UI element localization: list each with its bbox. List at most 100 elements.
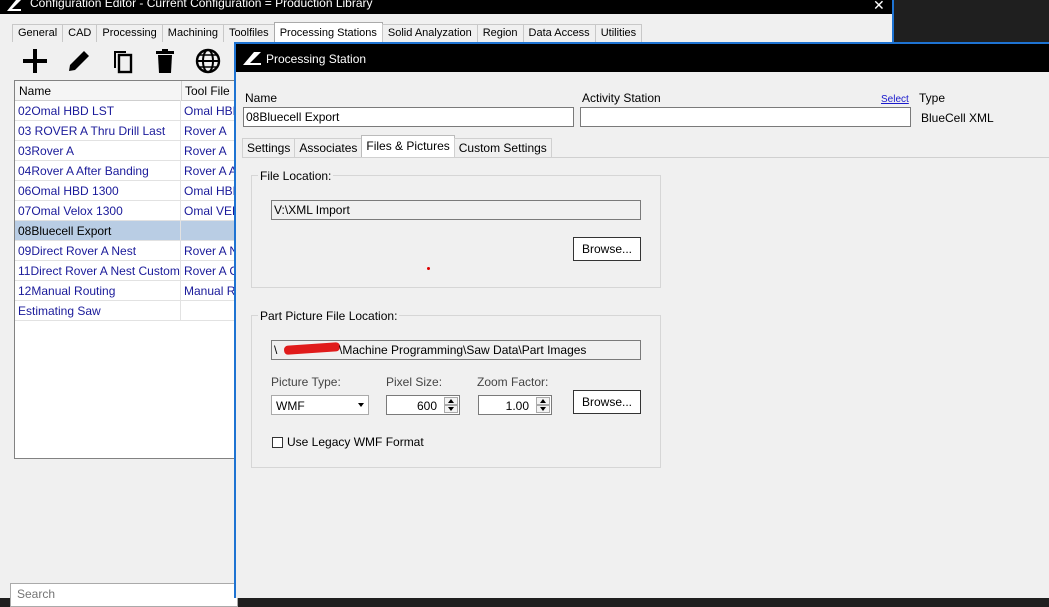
picture-type-label: Picture Type: bbox=[271, 375, 341, 389]
table-row[interactable]: 09Direct Rover A Nest Rover A N bbox=[15, 241, 237, 261]
pixel-size-value: 600 bbox=[416, 399, 437, 413]
globe-button[interactable] bbox=[193, 46, 223, 76]
cell-tool-file: Omal VEL bbox=[184, 204, 237, 218]
name-field-box bbox=[243, 107, 574, 127]
part-picture-legend: Part Picture File Location: bbox=[258, 309, 400, 323]
editor-titlebar[interactable]: Configuration Editor - Current Configura… bbox=[0, 0, 892, 14]
file-location-path[interactable] bbox=[272, 201, 640, 219]
zoom-factor-value: 1.00 bbox=[505, 399, 529, 413]
copy-button[interactable] bbox=[108, 46, 138, 76]
cell-name: 09Direct Rover A Nest bbox=[18, 241, 181, 260]
tab-region[interactable]: Region bbox=[476, 24, 524, 42]
cell-name: 03 ROVER A Thru Drill Last bbox=[18, 121, 181, 140]
globe-icon bbox=[195, 48, 221, 74]
activity-station-input[interactable] bbox=[581, 108, 910, 126]
pixel-size-label: Pixel Size: bbox=[386, 375, 443, 389]
arrow-up-icon bbox=[448, 399, 454, 403]
table-row[interactable]: 04Rover A After Banding Rover A A bbox=[15, 161, 237, 181]
tab-solid-analyzation[interactable]: Solid Analyzation bbox=[381, 24, 478, 42]
activity-station-box bbox=[580, 107, 911, 127]
tab-processing[interactable]: Processing bbox=[96, 24, 163, 42]
picture-type-select[interactable]: WMF bbox=[271, 395, 369, 415]
station-grid: Name Tool File 02Omal HBD LST Omal HBD 03… bbox=[14, 80, 238, 459]
part-picture-group: Part Picture File Location: \ \Machine P… bbox=[251, 309, 661, 468]
part-picture-browse-button[interactable]: Browse... bbox=[573, 390, 641, 414]
tab-data-access[interactable]: Data Access bbox=[522, 24, 596, 42]
arrow-down-icon bbox=[448, 407, 454, 411]
part-picture-path-prefix: \ bbox=[274, 343, 278, 357]
pixel-size-down-button[interactable] bbox=[444, 405, 458, 413]
zoom-factor-stepper[interactable]: 1.00 bbox=[478, 395, 552, 415]
file-location-legend: File Location: bbox=[258, 169, 334, 183]
name-label: Name bbox=[245, 91, 278, 105]
search-box bbox=[10, 583, 238, 607]
name-input[interactable] bbox=[244, 108, 573, 126]
table-row[interactable]: 02Omal HBD LST Omal HBD bbox=[15, 101, 237, 121]
pixel-size-stepper[interactable]: 600 bbox=[386, 395, 460, 415]
file-location-path-box bbox=[271, 200, 641, 220]
tab-general[interactable]: General bbox=[12, 24, 64, 42]
zoom-factor-label: Zoom Factor: bbox=[477, 375, 549, 389]
table-row[interactable]: 11Direct Rover A Nest Custom Rover A C bbox=[15, 261, 237, 281]
app-logo-icon bbox=[243, 52, 261, 65]
tab-machining[interactable]: Machining bbox=[161, 24, 224, 42]
dialog-title: Processing Station bbox=[266, 52, 367, 66]
delete-trash-icon bbox=[156, 49, 174, 73]
close-icon[interactable]: ✕ bbox=[873, 0, 885, 14]
pixel-size-up-button[interactable] bbox=[444, 397, 458, 405]
cell-name: 11Direct Rover A Nest Custom bbox=[18, 261, 181, 280]
edit-pencil-icon bbox=[69, 51, 89, 71]
tab-utilities[interactable]: Utilities bbox=[594, 24, 643, 42]
zoom-factor-up-button[interactable] bbox=[536, 397, 550, 405]
tab-cad[interactable]: CAD bbox=[62, 24, 98, 42]
table-row[interactable]: 12Manual Routing Manual Ro bbox=[15, 281, 237, 301]
station-tabs: Settings Associates Files & Pictures Cus… bbox=[242, 135, 552, 158]
cell-tool-file: Omal HBD bbox=[184, 184, 237, 198]
table-row-selected[interactable]: 08Bluecell Export bbox=[15, 221, 237, 241]
dialog-body: Name Activity Station Select Type BlueCe… bbox=[236, 72, 1049, 598]
tab-custom-settings[interactable]: Custom Settings bbox=[453, 138, 552, 157]
editor-title: Configuration Editor - Current Configura… bbox=[30, 0, 373, 10]
type-value[interactable]: BlueCell XML bbox=[921, 111, 994, 125]
tab-settings[interactable]: Settings bbox=[242, 138, 296, 157]
table-row[interactable]: 03 ROVER A Thru Drill Last Rover A bbox=[15, 121, 237, 141]
chevron-down-icon bbox=[358, 403, 364, 407]
table-row[interactable]: 07Omal Velox 1300 Omal VEL bbox=[15, 201, 237, 221]
add-icon bbox=[23, 49, 47, 73]
file-location-group: File Location: Browse... bbox=[251, 169, 661, 288]
edit-button[interactable] bbox=[64, 46, 94, 76]
cell-tool-file: Rover A A bbox=[184, 164, 237, 178]
legacy-wmf-checkbox[interactable] bbox=[272, 437, 283, 448]
redaction-mark bbox=[283, 342, 341, 355]
tab-processing-stations[interactable]: Processing Stations bbox=[273, 22, 383, 42]
picture-type-value: WMF bbox=[276, 399, 305, 413]
tab-divider bbox=[242, 157, 1049, 158]
tab-files-pictures[interactable]: Files & Pictures bbox=[361, 135, 455, 157]
file-location-browse-button[interactable]: Browse... bbox=[573, 237, 641, 261]
part-picture-path-box[interactable]: \ \Machine Programming\Saw Data\Part Ima… bbox=[271, 340, 641, 360]
select-link[interactable]: Select bbox=[881, 94, 909, 105]
cell-tool-file: Rover A bbox=[184, 144, 227, 158]
cell-tool-file bbox=[184, 301, 237, 320]
arrow-down-icon bbox=[540, 407, 546, 411]
zoom-factor-down-button[interactable] bbox=[536, 405, 550, 413]
legacy-wmf-label[interactable]: Use Legacy WMF Format bbox=[287, 435, 424, 449]
tab-toolfiles[interactable]: Toolfiles bbox=[222, 24, 275, 42]
delete-button[interactable] bbox=[150, 46, 180, 76]
config-tabs: General CAD Processing Machining Toolfil… bbox=[12, 22, 643, 42]
table-row[interactable]: 03Rover A Rover A bbox=[15, 141, 237, 161]
search-input[interactable] bbox=[11, 584, 237, 604]
table-row[interactable]: 06Omal HBD 1300 Omal HBD bbox=[15, 181, 237, 201]
processing-station-dialog: Processing Station Name Activity Station… bbox=[234, 42, 1049, 598]
tab-associates[interactable]: Associates bbox=[294, 138, 363, 157]
column-header-name[interactable]: Name bbox=[15, 81, 182, 100]
arrow-up-icon bbox=[540, 399, 546, 403]
cell-tool-file: Omal HBD bbox=[184, 104, 237, 118]
grid-header: Name Tool File bbox=[15, 81, 237, 101]
cell-name: Estimating Saw bbox=[18, 301, 181, 320]
cell-name: 02Omal HBD LST bbox=[18, 101, 181, 120]
dialog-titlebar[interactable]: Processing Station bbox=[236, 44, 1049, 72]
table-row[interactable]: Estimating Saw bbox=[15, 301, 237, 321]
add-button[interactable] bbox=[20, 46, 50, 76]
activity-station-label: Activity Station bbox=[582, 91, 661, 105]
